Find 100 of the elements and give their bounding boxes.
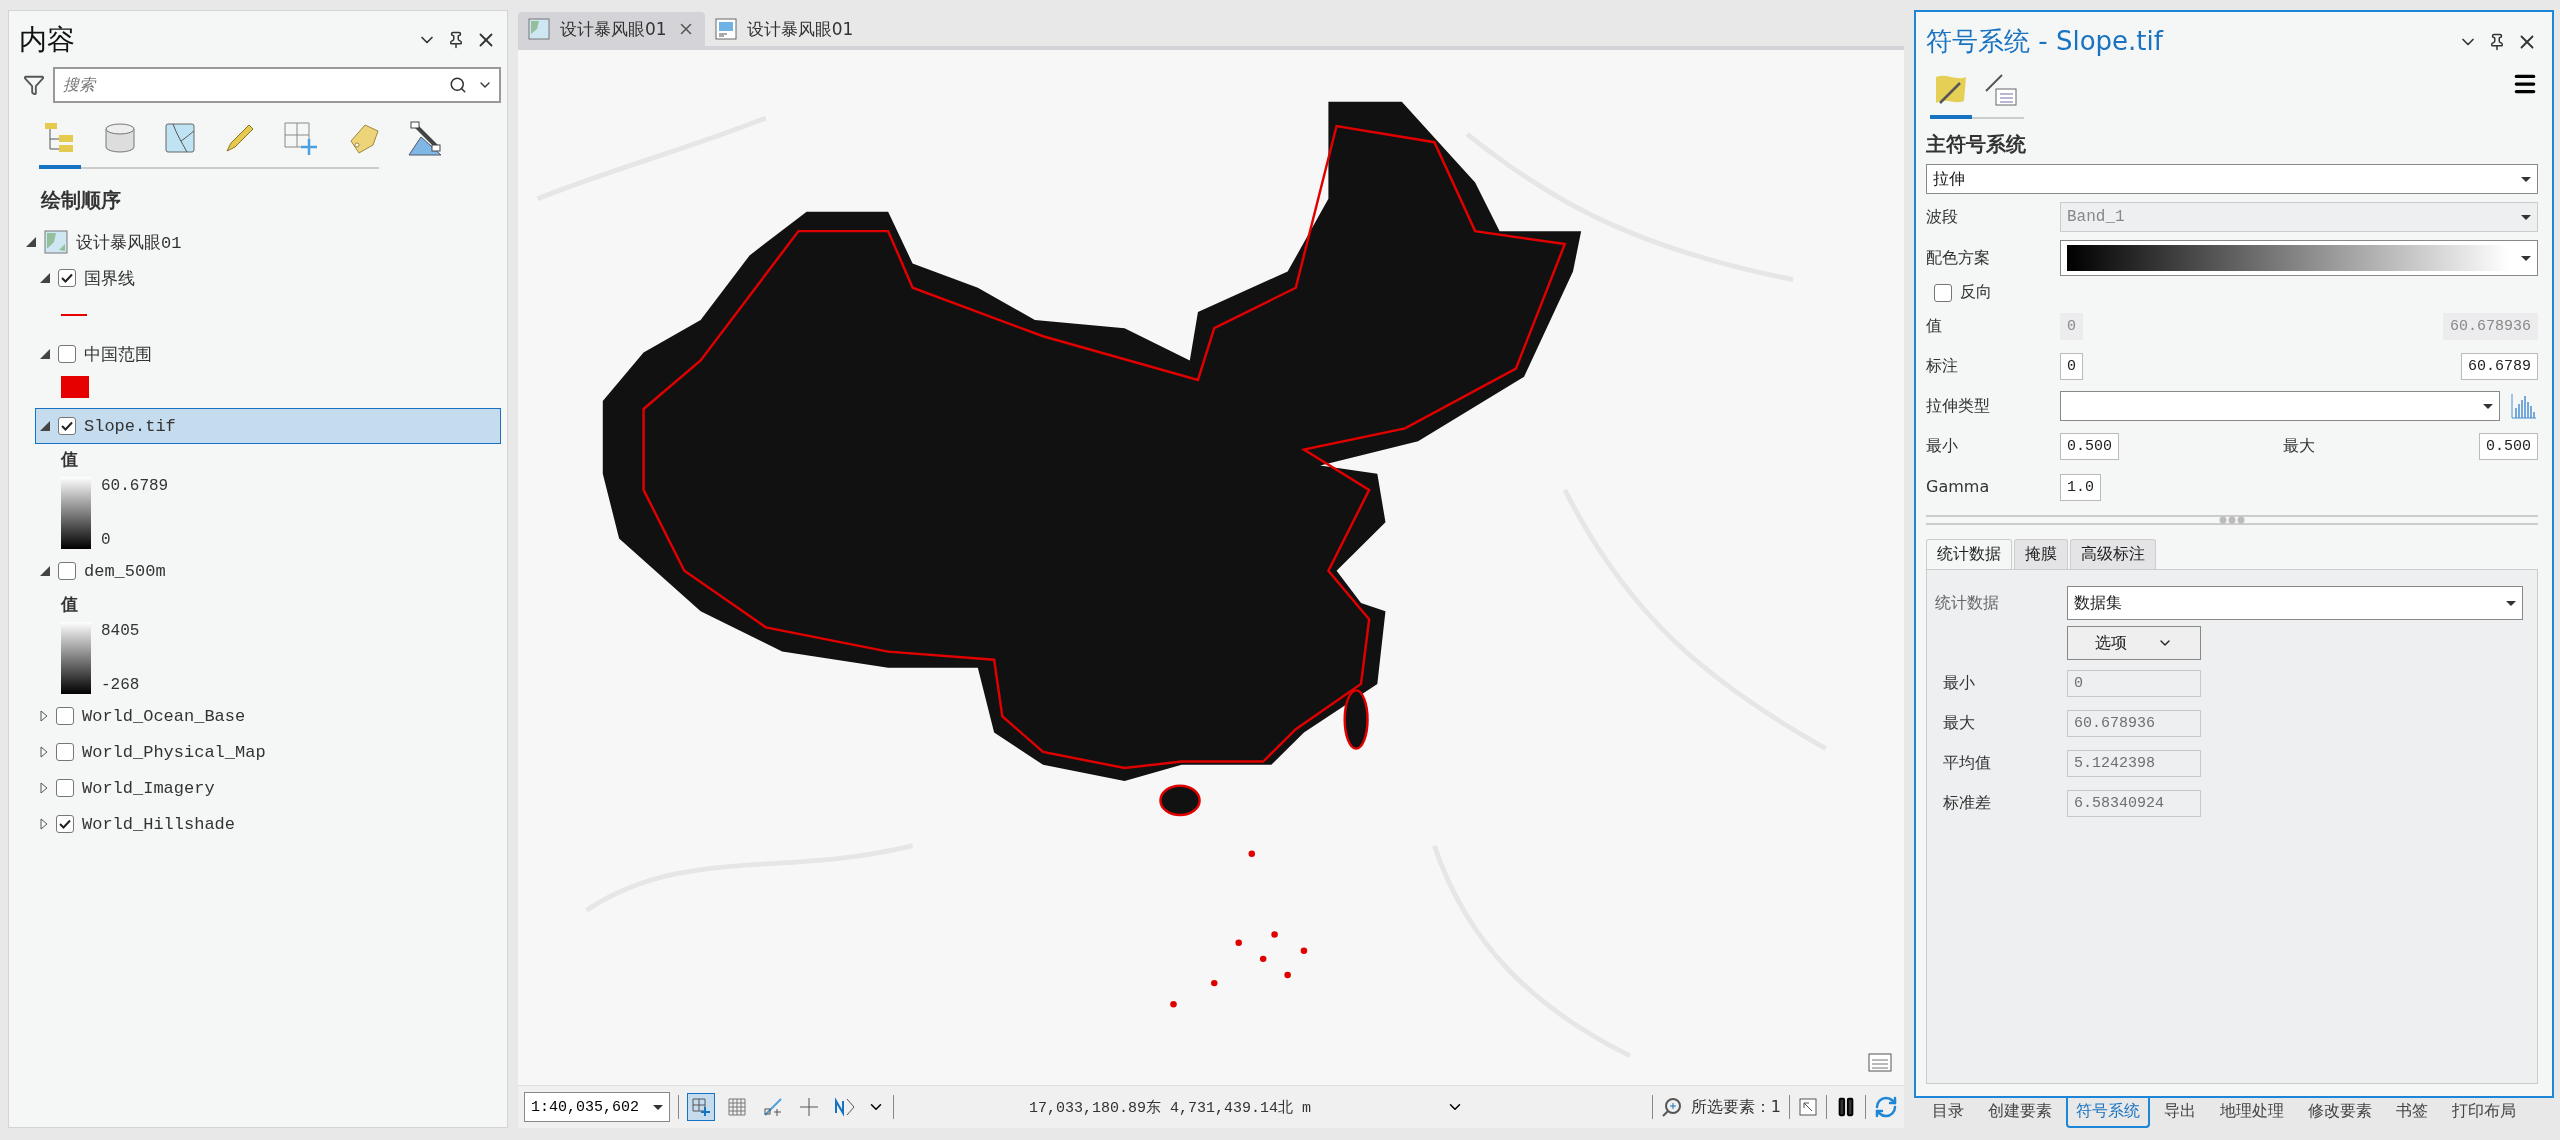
checkbox[interactable] — [1934, 283, 1952, 302]
expanded-triangle-icon[interactable] — [40, 566, 50, 576]
checkbox[interactable] — [56, 707, 74, 725]
statistic-field: 0 — [2067, 669, 2201, 697]
layer-row[interactable]: World_Imagery — [35, 770, 501, 806]
label-input[interactable]: 0 — [2060, 352, 2083, 380]
scale-dropdown[interactable]: 1:40,035,602 — [524, 1092, 671, 1122]
label-input[interactable]: 60.6789 — [2461, 352, 2538, 380]
search-bar[interactable]: 搜索 — [53, 67, 501, 103]
value-field: 60.678936 — [2443, 312, 2538, 340]
min-input[interactable]: 0.500 — [2060, 432, 2119, 460]
dock-tab[interactable]: 目录 — [1922, 1096, 1974, 1128]
filter-icon[interactable] — [23, 74, 45, 96]
collapsed-triangle-icon[interactable] — [40, 710, 48, 722]
tab[interactable]: 统计数据 — [1926, 539, 2012, 569]
collapsed-triangle-icon[interactable] — [40, 818, 48, 830]
value-field: 0 — [2060, 312, 2083, 340]
layer-row[interactable]: Slope.tif — [35, 408, 501, 444]
collapsed-triangle-icon[interactable] — [40, 746, 48, 758]
checkbox[interactable] — [58, 417, 76, 435]
dock-tab[interactable]: 导出 — [2154, 1096, 2206, 1128]
statistic-field: 6.58340924 — [2067, 789, 2201, 817]
statistics-dropdown[interactable]: 数据集 — [2067, 586, 2523, 620]
options-button[interactable]: 选项 — [2067, 626, 2201, 660]
section-heading: 绘制顺序 — [39, 187, 122, 214]
map-icon — [528, 18, 550, 40]
tab[interactable]: 高级标注 — [2070, 539, 2156, 569]
ramp-low-label: -268 — [101, 676, 140, 694]
dock-tab[interactable]: 地理处理 — [2210, 1096, 2294, 1128]
search-icon[interactable] — [449, 76, 467, 94]
max-input[interactable]: 0.500 — [2479, 432, 2538, 460]
field-label: 波段 — [1926, 206, 1959, 228]
gamma-input[interactable]: 1.0 — [2060, 474, 2101, 501]
field-label: 配色方案 — [1926, 247, 1991, 269]
pin-icon[interactable] — [447, 31, 465, 49]
layer-row[interactable]: 中国范围 — [35, 336, 501, 372]
field-label: Gamma — [1926, 476, 1991, 496]
pin-icon[interactable] — [2488, 32, 2506, 51]
field-label: 最大 — [1942, 712, 1976, 734]
map-tab[interactable]: 设计暴风眼01 — [704, 12, 864, 46]
checkbox[interactable] — [56, 815, 74, 833]
checkbox[interactable] — [56, 743, 74, 761]
field-label: 最大 — [2283, 435, 2315, 457]
grid-plus-button[interactable] — [687, 1093, 716, 1121]
field-label: 标注 — [1926, 355, 1959, 377]
expanded-triangle-icon[interactable] — [26, 237, 36, 247]
checkbox[interactable] — [58, 345, 76, 363]
layer-row[interactable]: World_Hillshade — [35, 806, 501, 842]
layer-name: World_Physical_Map — [82, 742, 266, 762]
checkbox-label: 反向 — [1960, 282, 1992, 303]
layer-name: World_Ocean_Base — [82, 706, 246, 726]
field-label: 最小 — [1926, 435, 1959, 457]
map-tab[interactable]: 设计暴风眼01 — [518, 12, 705, 46]
layer-row[interactable]: 国界线 — [35, 260, 501, 296]
color-scheme-dropdown[interactable] — [2060, 240, 2538, 276]
stretch-type-dropdown[interactable] — [2060, 391, 2500, 421]
map-icon — [163, 121, 197, 155]
field-label: 标准差 — [1942, 792, 1992, 814]
map-name[interactable]: 设计暴风眼01 — [76, 230, 182, 254]
tab[interactable]: 掩膜 — [2014, 539, 2068, 569]
field-label: 统计数据 — [1935, 592, 2000, 614]
layout-icon — [714, 18, 737, 40]
layer-row[interactable]: World_Ocean_Base — [35, 698, 501, 734]
expanded-triangle-icon[interactable] — [40, 273, 50, 283]
layer-name: 国界线 — [84, 268, 135, 290]
line-symbol — [61, 314, 87, 316]
dock-tab[interactable]: 创建要素 — [1978, 1096, 2062, 1128]
field-label: 平均值 — [1942, 752, 1992, 774]
pane-title: 符号系统 - Slope.tif — [1926, 25, 2165, 58]
selected-features-text: 所选要素：1 — [1690, 1096, 1781, 1118]
checkbox[interactable] — [58, 269, 76, 287]
coordinates-text: 17,033,180.89东 4,731,439.14北 m — [1027, 1098, 1312, 1117]
select-zoom-icon[interactable] — [1660, 1096, 1683, 1118]
statistic-field: 60.678936 — [2067, 709, 2201, 737]
select-tool-icon[interactable] — [1798, 1097, 1818, 1117]
dock-tab[interactable]: 修改要素 — [2298, 1096, 2382, 1128]
section-heading: 主符号系统 — [1926, 131, 2027, 158]
search-field[interactable]: 搜索 — [61, 75, 439, 95]
refresh-icon[interactable] — [1874, 1095, 1898, 1119]
checkbox[interactable] — [56, 779, 74, 797]
color-ramp — [61, 622, 91, 694]
expanded-triangle-icon[interactable] — [40, 349, 50, 359]
renderer-dropdown[interactable]: 拉伸 — [1926, 164, 2538, 194]
field-label: 最小 — [1942, 672, 1976, 694]
pane-title: 内容 — [19, 22, 76, 58]
legend-heading: 值 — [61, 448, 79, 471]
splitter-grip-icon[interactable] — [2219, 516, 2245, 524]
layer-row[interactable]: dem_500m — [35, 553, 501, 589]
cylinder-icon — [103, 121, 137, 155]
dock-tab[interactable]: 打印布局 — [2442, 1096, 2526, 1128]
layer-name: 中国范围 — [84, 344, 152, 366]
layer-row[interactable]: World_Physical_Map — [35, 734, 501, 770]
checkbox[interactable] — [58, 562, 76, 580]
layer-name: World_Imagery — [82, 778, 215, 798]
dock-tab[interactable]: 符号系统 — [2066, 1096, 2150, 1128]
collapsed-triangle-icon[interactable] — [40, 782, 48, 794]
expanded-triangle-icon[interactable] — [40, 421, 50, 431]
ramp-low-label: 0 — [101, 531, 112, 549]
map-icon — [44, 230, 68, 254]
dock-tab[interactable]: 书签 — [2386, 1096, 2438, 1128]
